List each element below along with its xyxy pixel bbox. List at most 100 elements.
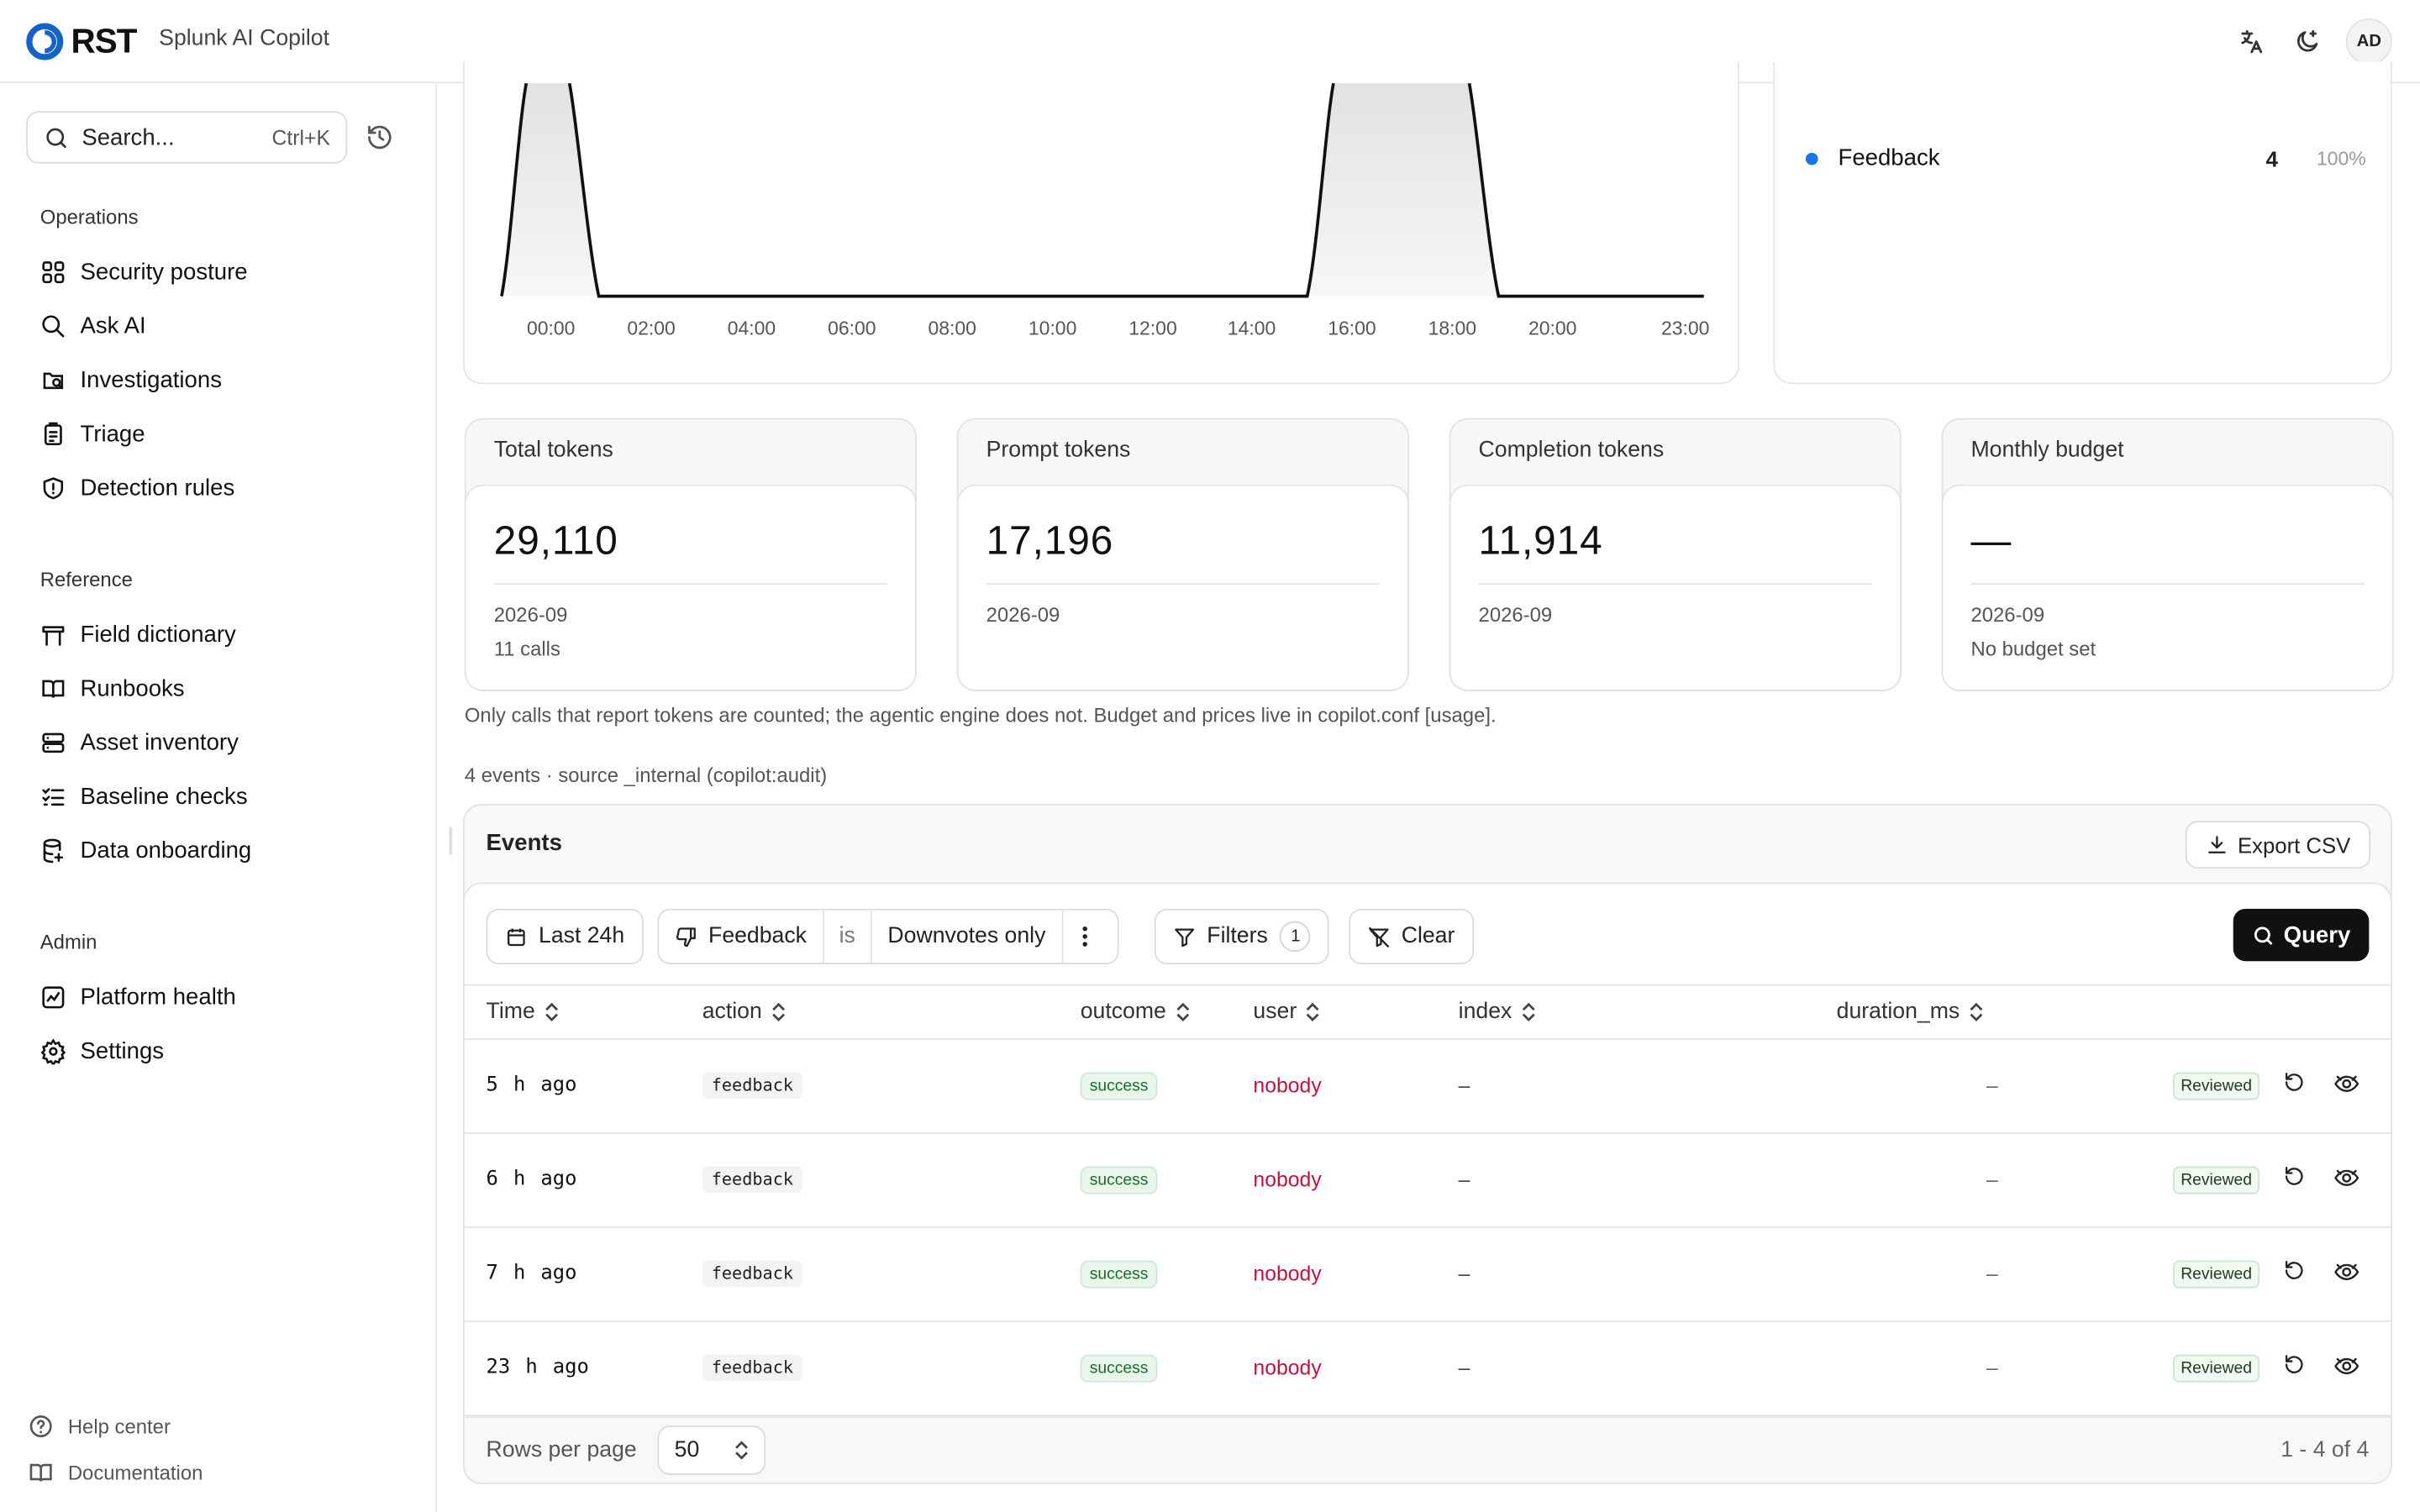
column-header-duration[interactable]: duration_ms bbox=[1837, 1000, 1983, 1025]
sidebar-item-platform-health[interactable]: Platform health bbox=[40, 978, 236, 1015]
sidebar-item-label: Data onboarding bbox=[80, 837, 252, 864]
page-info: 1 - 4 of 4 bbox=[2281, 1437, 2370, 1463]
sidebar-item-data-onboarding[interactable]: Data onboarding bbox=[40, 832, 251, 869]
table-row[interactable]: 7 h ago feedback success nobody – – Reviewed bbox=[464, 1228, 2391, 1323]
sidebar-item-label: Investigations bbox=[80, 366, 222, 393]
legend-row-feedback[interactable]: Feedback 4 100% bbox=[1805, 144, 2366, 171]
undo-icon[interactable] bbox=[2282, 1353, 2306, 1381]
undo-icon[interactable] bbox=[2282, 1071, 2306, 1099]
funnel-icon bbox=[1175, 927, 1195, 947]
stat-title: Completion tokens bbox=[1478, 438, 1665, 464]
sidebar-item-runbooks[interactable]: Runbooks bbox=[40, 669, 185, 706]
row-outcome-badge: success bbox=[1080, 1072, 1158, 1100]
activity-chart: 00:00 02:00 04:00 06:00 08:00 10:00 12:00 14:00… bbox=[500, 82, 1709, 339]
undo-icon[interactable] bbox=[2282, 1259, 2306, 1287]
sidebar-item-investigations[interactable]: Investigations bbox=[40, 361, 222, 398]
sidebar-item-label: Baseline checks bbox=[80, 783, 248, 810]
reviewed-badge: Reviewed bbox=[2173, 1072, 2260, 1100]
sort-icon bbox=[544, 1002, 558, 1021]
documentation-link[interactable]: Documentation bbox=[28, 1460, 203, 1486]
clear-filters-button[interactable]: Clear bbox=[1349, 908, 1474, 964]
row-time: 23 h ago bbox=[486, 1356, 589, 1380]
app-name: Splunk AI Copilot bbox=[159, 26, 330, 51]
rows-per-page-select[interactable]: 50 bbox=[657, 1425, 766, 1475]
filter-value[interactable]: Downvotes only bbox=[872, 910, 1063, 963]
search-placeholder: Search... bbox=[82, 123, 175, 151]
sidebar-item-field-dictionary[interactable]: Field dictionary bbox=[40, 616, 236, 653]
table-row[interactable]: 5 h ago feedback success nobody – – Reviewed bbox=[464, 1040, 2391, 1134]
row-outcome-badge: success bbox=[1080, 1354, 1158, 1383]
table-row[interactable]: 23 h ago feedback success nobody – – Reviewed bbox=[464, 1322, 2391, 1417]
view-icon[interactable] bbox=[2333, 1355, 2360, 1383]
chart-area bbox=[501, 83, 1499, 297]
filters-button[interactable]: Filters 1 bbox=[1154, 908, 1330, 964]
sidebar-item-label: Security posture bbox=[80, 258, 248, 285]
column-header-index[interactable]: index bbox=[1459, 1000, 1535, 1025]
row-action: feedback bbox=[702, 1166, 803, 1193]
sort-icon bbox=[1307, 1002, 1319, 1021]
row-action: feedback bbox=[702, 1354, 803, 1381]
query-label: Query bbox=[2283, 921, 2351, 948]
stat-title: Total tokens bbox=[493, 438, 613, 464]
stat-title: Prompt tokens bbox=[986, 438, 1131, 464]
view-icon[interactable] bbox=[2333, 1261, 2360, 1289]
time-range-button[interactable]: Last 24h bbox=[486, 908, 644, 964]
theme-toggle-icon[interactable] bbox=[2291, 24, 2324, 58]
column-header-user[interactable]: user bbox=[1253, 1000, 1319, 1025]
sidebar-item-label: Settings bbox=[80, 1037, 165, 1064]
view-icon[interactable] bbox=[2333, 1167, 2360, 1194]
query-button[interactable]: Query bbox=[2233, 908, 2370, 962]
column-header-time[interactable]: Time bbox=[487, 1000, 559, 1025]
server-icon bbox=[42, 732, 65, 753]
stat-period: 2026-09 bbox=[986, 603, 1060, 627]
pagination-bar: Rows per page 50 1 - 4 of 4 bbox=[465, 1418, 2391, 1483]
rows-per-page-label: Rows per page bbox=[486, 1437, 637, 1463]
column-header-outcome[interactable]: outcome bbox=[1081, 1000, 1190, 1025]
column-header-action[interactable]: action bbox=[702, 1000, 786, 1025]
sidebar-item-asset-inventory[interactable]: Asset inventory bbox=[40, 723, 239, 760]
logo[interactable]: RST bbox=[24, 21, 137, 62]
filter-operator[interactable]: is bbox=[823, 910, 873, 963]
help-icon bbox=[29, 1415, 52, 1438]
resize-handle[interactable] bbox=[449, 827, 453, 855]
sidebar-item-triage[interactable]: Triage bbox=[40, 415, 145, 452]
sort-icon bbox=[1970, 1002, 1982, 1021]
history-icon[interactable] bbox=[366, 123, 393, 159]
stat-value: 29,110 bbox=[493, 517, 618, 564]
x-tick-label: 02:00 bbox=[627, 318, 675, 339]
filter-field[interactable]: Feedback bbox=[659, 910, 824, 963]
sidebar-item-detection-rules[interactable]: Detection rules bbox=[40, 469, 234, 506]
stat-card-prompt-tokens: Prompt tokens 17,196 2026-09 bbox=[956, 417, 1409, 691]
sort-icon bbox=[1176, 1002, 1189, 1021]
x-tick-label: 23:00 bbox=[1661, 318, 1709, 339]
sidebar-item-settings[interactable]: Settings bbox=[40, 1032, 164, 1069]
avatar[interactable]: AD bbox=[2345, 18, 2392, 66]
search-input[interactable]: Search... Ctrl+K bbox=[26, 111, 348, 164]
table-row[interactable]: 6 h ago feedback success nobody – – Reviewed bbox=[464, 1134, 2391, 1229]
view-icon[interactable] bbox=[2333, 1073, 2360, 1100]
logo-text: RST bbox=[71, 21, 137, 60]
sidebar-item-label: Platform health bbox=[80, 983, 236, 1011]
row-index: – bbox=[1458, 1262, 1470, 1285]
investigation-icon bbox=[43, 371, 64, 389]
search-icon bbox=[46, 127, 66, 148]
stat-detail: 11 calls bbox=[493, 637, 560, 661]
sidebar: Search... Ctrl+K Operations Security pos… bbox=[0, 83, 437, 1512]
translate-icon[interactable] bbox=[2235, 24, 2269, 58]
book-icon bbox=[29, 1463, 52, 1482]
undo-icon[interactable] bbox=[2282, 1165, 2306, 1193]
legend-name: Feedback bbox=[1838, 144, 1940, 171]
sidebar-item-ask-ai[interactable]: Ask AI bbox=[40, 307, 146, 344]
feedback-filter: Feedback is Downvotes only bbox=[657, 908, 1118, 964]
x-tick-label: 14:00 bbox=[1228, 318, 1276, 339]
stat-period: 2026-09 bbox=[1970, 603, 2045, 627]
more-options-icon[interactable] bbox=[1063, 911, 1117, 963]
sidebar-item-security-posture[interactable]: Security posture bbox=[40, 253, 248, 290]
stat-period: 2026-09 bbox=[1478, 603, 1553, 627]
help-center-link[interactable]: Help center bbox=[28, 1413, 171, 1439]
sidebar-item-label: Field dictionary bbox=[80, 621, 236, 648]
x-tick-label: 00:00 bbox=[527, 318, 575, 339]
gear-icon bbox=[40, 1037, 66, 1064]
sidebar-item-baseline-checks[interactable]: Baseline checks bbox=[40, 778, 248, 815]
export-csv-button[interactable]: Export CSV bbox=[2185, 821, 2371, 869]
